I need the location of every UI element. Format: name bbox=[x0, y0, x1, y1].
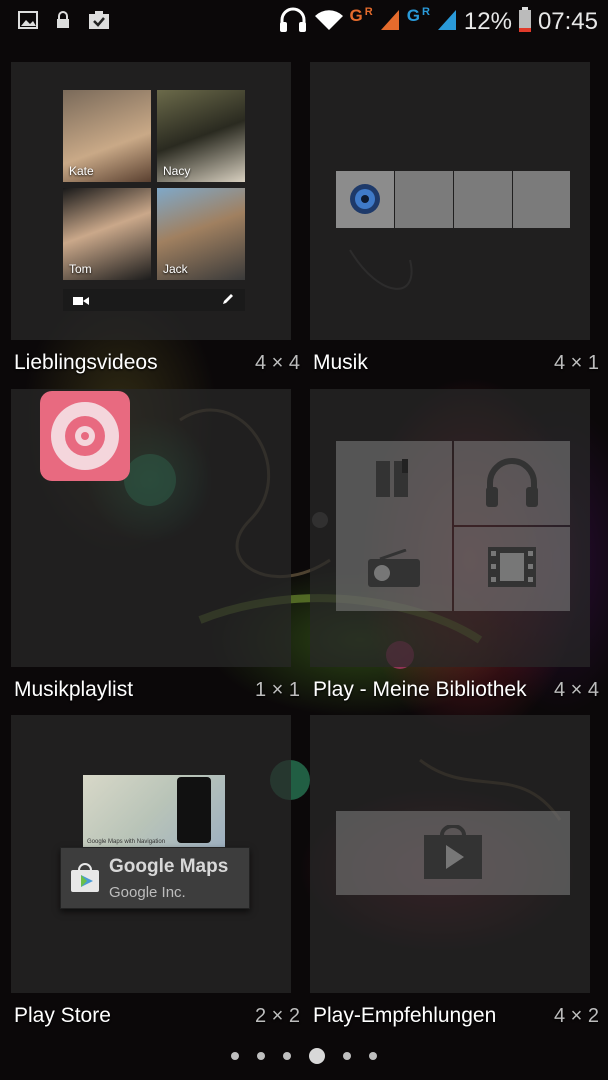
contact-name: Nacy bbox=[163, 164, 191, 178]
signal-icon bbox=[436, 8, 458, 37]
widget-size: 4 × 4 bbox=[254, 351, 300, 374]
widget-preview-musik[interactable] bbox=[310, 62, 590, 340]
widget-label-row: Play-Empfehlungen 4 × 2 bbox=[313, 996, 603, 1036]
library-music-cell bbox=[454, 441, 570, 525]
store-app-publisher: Google Inc. bbox=[109, 884, 186, 901]
widget-label-row: Lieblingsvideos 4 × 4 bbox=[14, 343, 304, 383]
music-slot bbox=[336, 171, 394, 228]
network-1-letter: G bbox=[349, 6, 363, 25]
lock-icon bbox=[56, 11, 70, 34]
widget-label-row: Musik 4 × 1 bbox=[313, 343, 603, 383]
music-slot bbox=[454, 171, 512, 228]
contact-name: Tom bbox=[69, 262, 92, 276]
page-dot[interactable] bbox=[231, 1052, 239, 1060]
contact-name: Kate bbox=[69, 164, 94, 178]
maps-preview-image: Google Maps with Navigation bbox=[83, 775, 225, 847]
widget-label-row: Play Store 2 × 2 bbox=[14, 996, 304, 1036]
contact-photo-nacy: Nacy bbox=[157, 90, 245, 182]
page-indicator bbox=[0, 1048, 608, 1064]
pencil-icon bbox=[221, 292, 235, 311]
page-dot[interactable] bbox=[343, 1052, 351, 1060]
network-2-roaming: R bbox=[421, 6, 430, 18]
radio-icon bbox=[366, 548, 422, 594]
widget-size: 4 × 4 bbox=[553, 678, 599, 701]
clipboard-check-icon bbox=[88, 10, 110, 35]
page-dot[interactable] bbox=[283, 1052, 291, 1060]
widget-name: Musik bbox=[313, 351, 368, 374]
contact-name: Jack bbox=[163, 262, 188, 276]
contact-photo-tom: Tom bbox=[63, 188, 151, 280]
signal-icon bbox=[379, 8, 401, 37]
headset-icon bbox=[278, 6, 308, 39]
gallery-icon bbox=[18, 11, 38, 34]
clock: 07:45 bbox=[537, 8, 598, 35]
headphones-icon bbox=[484, 457, 540, 514]
book-icon bbox=[372, 457, 416, 506]
video-camera-icon bbox=[73, 294, 89, 312]
widget-name: Play Store bbox=[14, 1004, 111, 1027]
page-dot-active[interactable] bbox=[309, 1048, 325, 1064]
cd-icon bbox=[51, 402, 119, 470]
maps-caption: Google Maps with Navigation bbox=[87, 839, 166, 845]
widget-name: Lieblingsvideos bbox=[14, 351, 158, 374]
widget-size: 4 × 1 bbox=[553, 351, 599, 374]
network-1-roaming: R bbox=[364, 6, 373, 18]
music-slot bbox=[395, 171, 453, 228]
widget-size: 1 × 1 bbox=[254, 678, 300, 701]
wifi-icon bbox=[314, 8, 344, 37]
library-books-cell bbox=[336, 441, 452, 611]
store-app-name: Google Maps bbox=[109, 856, 229, 877]
page-dot[interactable] bbox=[369, 1052, 377, 1060]
widget-preview-play-bibliothek[interactable] bbox=[310, 389, 590, 667]
contact-photo-kate: Kate bbox=[63, 90, 151, 182]
widget-size: 4 × 2 bbox=[553, 1004, 599, 1027]
widget-name: Musikplaylist bbox=[14, 678, 134, 701]
widget-preview-musikplaylist[interactable] bbox=[11, 389, 291, 667]
widget-label-row: Play - Meine Bibliothek 4 × 4 bbox=[313, 670, 603, 710]
widget-preview-play-store[interactable]: Google Maps with Navigation Google Maps … bbox=[11, 715, 291, 993]
recommendation-card bbox=[336, 811, 570, 895]
network-2-letter: G bbox=[406, 6, 420, 25]
film-icon bbox=[486, 545, 538, 594]
store-app-card: Google Maps Google Inc. bbox=[60, 847, 250, 909]
contact-photo-jack: Jack bbox=[157, 188, 245, 280]
widget-preview-play-empfehlungen[interactable] bbox=[310, 715, 590, 993]
music-slot bbox=[513, 171, 570, 228]
widget-preview-lieblingsvideos[interactable]: Kate Nacy Tom Jack bbox=[11, 62, 291, 340]
battery-icon bbox=[518, 6, 532, 38]
play-bag-icon bbox=[422, 824, 484, 886]
widget-size: 2 × 2 bbox=[254, 1004, 300, 1027]
page-dot[interactable] bbox=[257, 1052, 265, 1060]
library-movies-cell bbox=[454, 527, 570, 611]
battery-percent: 12% bbox=[463, 8, 512, 35]
speaker-icon bbox=[349, 183, 381, 220]
widget-label-row: Musikplaylist 1 × 1 bbox=[14, 670, 304, 710]
widget-name: Play-Empfehlungen bbox=[313, 1004, 497, 1027]
favorites-toolbar bbox=[63, 289, 245, 311]
phone-preview bbox=[177, 777, 211, 843]
play-store-bag-icon bbox=[69, 862, 101, 899]
widget-name: Play - Meine Bibliothek bbox=[313, 678, 527, 701]
status-bar: G R G R 12% 07:45 bbox=[0, 0, 608, 44]
playlist-app-icon bbox=[40, 391, 130, 481]
